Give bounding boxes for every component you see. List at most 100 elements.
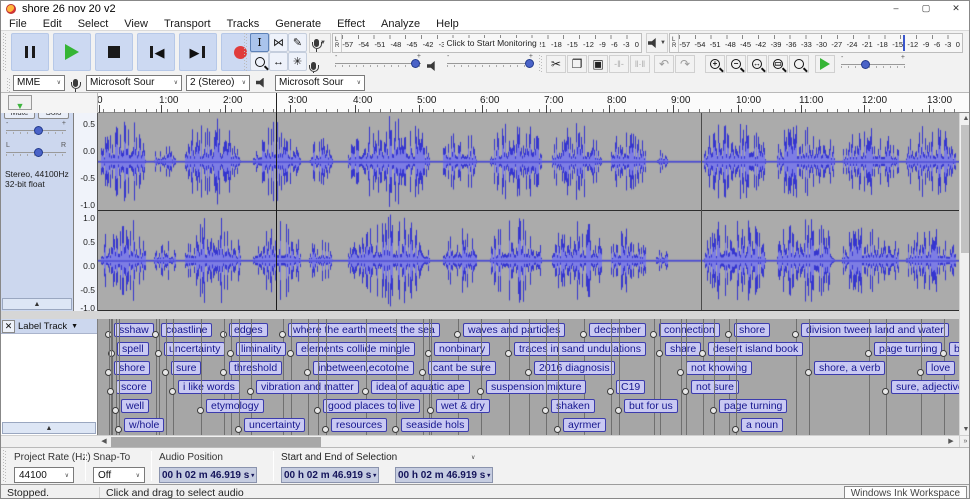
stop-button[interactable] <box>95 33 133 71</box>
label-pill[interactable]: vibration and matter <box>256 380 359 394</box>
label-handle[interactable] <box>682 388 689 395</box>
label-handle[interactable] <box>940 350 947 357</box>
multi-tool-button[interactable]: ✳ <box>288 52 307 71</box>
label-handle[interactable] <box>220 369 227 376</box>
draw-tool-button[interactable]: ✎ <box>288 33 307 52</box>
label-handle[interactable] <box>427 407 434 414</box>
recording-channels-select[interactable]: 2 (Stereo)∨ <box>186 75 250 91</box>
label-pill[interactable]: elements collide mingle <box>296 342 415 356</box>
label-handle[interactable] <box>115 426 122 433</box>
scroll-down-icon[interactable]: ▼ <box>960 424 970 435</box>
label-handle[interactable] <box>169 388 176 395</box>
label-handle[interactable] <box>419 369 426 376</box>
play-meter-speaker-button[interactable]: ▼ <box>646 33 668 53</box>
label-handle[interactable] <box>710 407 717 414</box>
project-rate-select[interactable]: 44100∨ <box>14 467 74 483</box>
timeshift-tool-button[interactable]: ↔ <box>269 52 288 71</box>
label-handle[interactable] <box>477 388 484 395</box>
close-button[interactable]: ✕ <box>941 1 970 16</box>
waveform-right-channel[interactable] <box>98 211 959 310</box>
label-handle[interactable] <box>287 350 294 357</box>
label-handle[interactable] <box>792 331 799 338</box>
label-handle[interactable] <box>525 369 532 376</box>
label-handle[interactable] <box>677 369 684 376</box>
label-pill[interactable]: sure, adjective <box>891 380 959 394</box>
label-handle[interactable] <box>322 426 329 433</box>
label-handle[interactable] <box>650 331 657 338</box>
label-pill[interactable]: etymology <box>206 399 264 413</box>
label-handle[interactable] <box>607 388 614 395</box>
label-handle[interactable] <box>615 407 622 414</box>
label-handle[interactable] <box>542 407 549 414</box>
playback-volume-slider[interactable]: - + <box>447 56 533 70</box>
audio-host-select[interactable]: MME∨ <box>13 75 65 91</box>
label-handle[interactable] <box>882 388 889 395</box>
snap-to-select[interactable]: Off∨ <box>93 467 145 483</box>
redo-button[interactable]: ↷ <box>675 55 695 73</box>
label-area[interactable]: sshawcoastlineedgeswhere the earth meets… <box>98 319 959 435</box>
label-handle[interactable] <box>162 369 169 376</box>
label-pill[interactable]: traces in sand undulations <box>514 342 646 356</box>
label-track[interactable]: ✕ Label Track ▼ ▲ sshawcoastlineedgeswhe… <box>1 319 959 435</box>
clip-boundary[interactable] <box>701 113 702 310</box>
label-pill[interactable]: sure <box>171 361 201 375</box>
envelope-tool-button[interactable]: ⋈ <box>269 33 288 52</box>
label-handle[interactable] <box>554 426 561 433</box>
label-pill[interactable]: page turning <box>874 342 942 356</box>
label-handle[interactable] <box>279 331 286 338</box>
menu-analyze[interactable]: Analyze <box>373 18 428 30</box>
slider-thumb[interactable] <box>34 126 43 135</box>
label-pill[interactable]: coastline <box>161 323 212 337</box>
selection-tool-button[interactable]: I <box>250 33 269 52</box>
label-pill[interactable]: wet & dry <box>436 399 490 413</box>
label-handle[interactable] <box>304 369 311 376</box>
vertical-scale-ruler[interactable]: 0.50.0-0.5-1.01.00.50.0-0.5-1.0 <box>74 113 98 311</box>
zoom-in-button[interactable]: + <box>705 55 725 73</box>
label-handle[interactable] <box>152 331 159 338</box>
audio-position-field[interactable]: 00 h 02 m 46.919 s▾ <box>159 467 257 483</box>
label-pill[interactable]: not knowing <box>686 361 752 375</box>
label-handle[interactable] <box>314 407 321 414</box>
label-handle[interactable] <box>155 350 162 357</box>
solo-button[interactable]: Solo <box>38 113 69 119</box>
track-menu-icon[interactable]: ▼ <box>71 323 78 330</box>
menu-generate[interactable]: Generate <box>267 18 329 30</box>
close-track-icon[interactable]: ✕ <box>2 320 15 333</box>
maximize-button[interactable]: ▢ <box>911 1 941 16</box>
label-pill[interactable]: C19 <box>616 380 645 394</box>
label-handle[interactable] <box>917 369 924 376</box>
track-collapse-button[interactable]: ▲ <box>2 298 72 310</box>
trim-audio-button[interactable]: -‖- <box>609 55 629 73</box>
selection-end-field[interactable]: 00 h 02 m 46.919 s▾ <box>395 467 493 483</box>
label-pill[interactable]: division tween land and water <box>801 323 949 337</box>
label-pill[interactable]: waves and particles <box>463 323 565 337</box>
zoom-toggle-button[interactable] <box>789 55 809 73</box>
label-pill[interactable]: good places to live <box>323 399 420 413</box>
label-pill[interactable]: love <box>926 361 955 375</box>
horizontal-scrollbar[interactable]: ◀ ▶ » <box>1 435 970 447</box>
label-pill[interactable]: threshold <box>229 361 282 375</box>
monitoring-hint[interactable]: Click to Start Monitoring <box>444 38 540 48</box>
label-handle[interactable] <box>656 350 663 357</box>
timeline-options-button[interactable]: ▼ <box>8 95 32 110</box>
label-pill[interactable]: shore <box>734 323 770 337</box>
label-pill[interactable]: w/hole <box>124 418 164 432</box>
skip-to-start-button[interactable]: ◀ <box>137 33 175 71</box>
label-pill[interactable]: desert island book <box>708 342 803 356</box>
play-speed-slider[interactable]: - + <box>841 57 905 71</box>
vertical-scroll-thumb[interactable] <box>961 125 970 253</box>
label-pill[interactable]: suspension mixture <box>486 380 586 394</box>
label-handle[interactable] <box>197 407 204 414</box>
track-area[interactable]: Mute Solo - + L R Stereo, 44100Hz 32-bit… <box>1 113 959 311</box>
edit-grip[interactable] <box>539 55 543 73</box>
label-handle[interactable] <box>227 350 234 357</box>
label-pill[interactable]: shore, a verb <box>814 361 885 375</box>
pause-button[interactable] <box>11 33 49 71</box>
timeline[interactable]: ▼ 1:0001:002:003:004:005:006:007:008:009… <box>1 93 970 113</box>
label-handle[interactable] <box>580 331 587 338</box>
selection-start-field[interactable]: 00 h 02 m 46.919 s▾ <box>281 467 379 483</box>
label-pill[interactable]: but for us <box>624 399 678 413</box>
device-grip[interactable] <box>7 78 11 92</box>
paste-button[interactable]: ▣ <box>588 55 608 73</box>
label-pill[interactable]: share <box>665 342 701 356</box>
